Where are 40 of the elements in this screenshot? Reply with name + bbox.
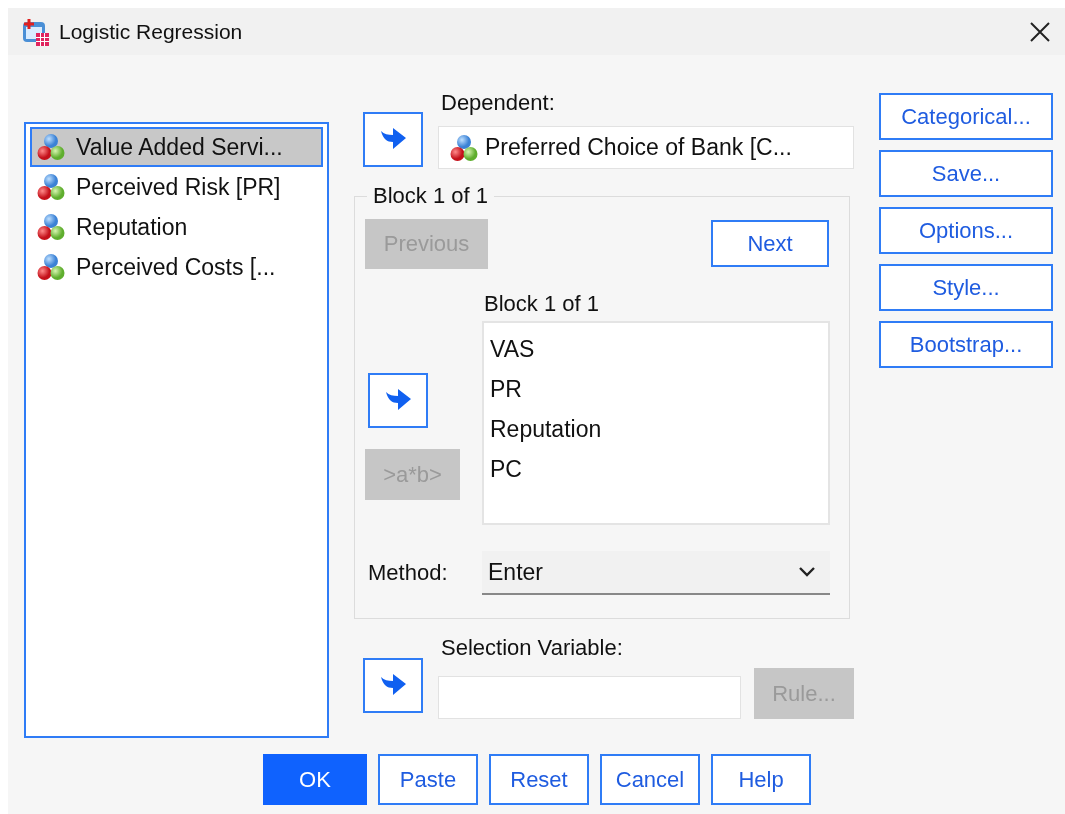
method-dropdown[interactable]: Enter	[482, 551, 830, 595]
covariate-item[interactable]: Reputation	[490, 409, 822, 449]
variable-item[interactable]: Perceived Costs [...	[30, 247, 323, 287]
field-label: Dependent:	[441, 90, 556, 116]
dialog-button[interactable]: Style...	[879, 264, 1053, 311]
variable-icon	[36, 172, 66, 202]
dialog-button[interactable]: Paste	[378, 754, 478, 805]
chevron-down-icon	[798, 566, 816, 578]
covariate-item[interactable]: VAS	[490, 329, 822, 369]
variable-item[interactable]: Value Added Servi...	[30, 127, 323, 167]
field-label: Method:	[367, 560, 449, 586]
dialog-button[interactable]: Next	[711, 220, 829, 267]
dialog-button[interactable]: Categorical...	[879, 93, 1053, 140]
move-button[interactable]	[363, 658, 423, 713]
variable-icon	[36, 252, 66, 282]
group-title: Block 1 of 1	[372, 183, 489, 209]
dialog-button[interactable]: Options...	[879, 207, 1053, 254]
dialog-button[interactable]: Save...	[879, 150, 1053, 197]
covariate-item[interactable]: PC	[490, 449, 822, 489]
move-button[interactable]	[363, 112, 423, 167]
field-label: Selection Variable:	[441, 635, 624, 661]
dependent-field[interactable]: Preferred Choice of Bank [C...	[438, 126, 854, 169]
variable-icon	[36, 212, 66, 242]
covariate-item[interactable]: PR	[490, 369, 822, 409]
dialog-button[interactable]: Reset	[489, 754, 589, 805]
move-button[interactable]	[368, 373, 428, 428]
covariate-list[interactable]: VAS PR Reputation PC	[482, 321, 830, 525]
variable-icon	[449, 132, 479, 163]
variable-item[interactable]: Perceived Risk [PR]	[30, 167, 323, 207]
variable-icon	[36, 132, 66, 162]
ok-button[interactable]: OK	[263, 754, 367, 805]
variable-list[interactable]: Value Added Servi... Perceived Risk [PR] Reputation Perceived Costs [...	[24, 122, 329, 738]
list-label: Block 1 of 1	[484, 291, 600, 317]
dialog-button[interactable]: Help	[711, 754, 811, 805]
dialog-button[interactable]: Cancel	[600, 754, 700, 805]
selection-field[interactable]	[438, 676, 741, 719]
variable-item[interactable]: Reputation	[30, 207, 323, 247]
app-icon	[20, 16, 50, 47]
window-title: Logistic Regression	[59, 19, 243, 44]
dialog-button[interactable]: Bootstrap...	[879, 321, 1053, 368]
